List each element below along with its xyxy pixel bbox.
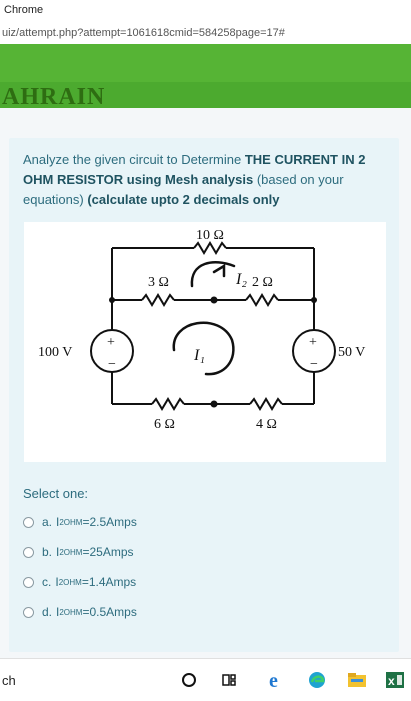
browser-titlebar: Chrome xyxy=(0,0,411,23)
option-c-sub: 2OHM xyxy=(58,577,82,587)
taskbar-search-text[interactable]: ch xyxy=(2,673,16,688)
node-left-mid xyxy=(109,297,115,303)
page-content: Analyze the given circuit to Determine T… xyxy=(0,108,411,658)
source-left-plus: + xyxy=(107,335,115,350)
resistor-2ohm xyxy=(245,293,279,307)
source-right-minus: − xyxy=(310,357,318,372)
edge-icon[interactable] xyxy=(306,669,328,691)
option-b-value: =25Amps xyxy=(82,545,134,559)
question-text: Analyze the given circuit to Determine T… xyxy=(23,150,383,210)
option-a[interactable]: a. I 2OHM =2.5Amps xyxy=(23,512,137,532)
taskbar: ch e x xyxy=(0,658,411,701)
option-a-value: =2.5Amps xyxy=(82,515,137,529)
resistor-3ohm xyxy=(141,293,175,307)
option-d-letter: d. xyxy=(42,605,53,619)
question-card: Analyze the given circuit to Determine T… xyxy=(9,138,399,652)
edge-legacy-icon[interactable]: e xyxy=(266,669,288,691)
option-c[interactable]: c. I 2OHM =1.4Amps xyxy=(23,572,136,592)
mesh-label-i2: I₂ xyxy=(235,271,247,288)
site-banner: AHRAIN xyxy=(0,44,411,108)
option-d-sub: 2OHM xyxy=(59,607,83,617)
label-r-2ohm: 2 Ω xyxy=(252,275,273,290)
resistor-10ohm xyxy=(193,241,227,255)
radio-option-b[interactable] xyxy=(23,546,34,558)
option-d-value: =0.5Amps xyxy=(82,605,137,619)
browser-title: Chrome xyxy=(4,4,44,16)
select-one-label: Select one: xyxy=(23,486,89,501)
banner-band xyxy=(0,44,411,82)
source-left-minus: − xyxy=(108,357,116,372)
label-source-left: 100 V xyxy=(38,345,72,360)
banner-title: AHRAIN xyxy=(2,84,106,108)
radio-option-d[interactable] xyxy=(23,606,34,618)
label-r-4ohm: 4 Ω xyxy=(256,417,277,432)
option-b[interactable]: b. I 2OHM =25Amps xyxy=(23,542,134,562)
resistor-6ohm xyxy=(151,397,185,411)
file-explorer-icon[interactable] xyxy=(346,669,368,691)
option-a-letter: a. xyxy=(42,515,53,529)
option-c-value: =1.4Amps xyxy=(81,575,137,589)
node-center-bottom xyxy=(210,400,218,408)
svg-text:x: x xyxy=(388,674,395,688)
option-b-letter: b. xyxy=(42,545,53,559)
resistor-4ohm xyxy=(249,397,283,411)
node-center-mid xyxy=(210,296,218,304)
address-bar[interactable]: uiz/attempt.php?attempt=1061618cmid=5842… xyxy=(0,22,411,45)
option-a-sub: 2OHM xyxy=(59,517,83,527)
label-r-3ohm: 3 Ω xyxy=(148,275,169,290)
circuit-diagram: 10 Ω 3 Ω 2 Ω 6 Ω 4 Ω 100 V 50 V + − + − … xyxy=(24,222,386,462)
option-c-letter: c. xyxy=(42,575,52,589)
task-view-icon[interactable] xyxy=(220,669,242,691)
label-r-10ohm: 10 Ω xyxy=(196,228,224,243)
cortana-icon[interactable] xyxy=(178,669,200,691)
radio-option-a[interactable] xyxy=(23,516,34,528)
label-r-6ohm: 6 Ω xyxy=(154,417,175,432)
option-b-sub: 2OHM xyxy=(59,547,83,557)
question-text-bold-2: (calculate upto 2 decimals only xyxy=(87,192,280,207)
question-text-part-1: Analyze the given circuit to Determine xyxy=(23,152,245,167)
label-source-right: 50 V xyxy=(338,345,365,360)
svg-text:e: e xyxy=(269,670,278,690)
mesh-loop-2-arrow xyxy=(190,261,236,288)
radio-option-c[interactable] xyxy=(23,576,34,588)
source-right-plus: + xyxy=(309,335,317,350)
url-text[interactable]: uiz/attempt.php?attempt=1061618cmid=5842… xyxy=(2,27,285,39)
option-d[interactable]: d. I 2OHM =0.5Amps xyxy=(23,602,137,622)
excel-icon[interactable]: x xyxy=(384,669,406,691)
node-right-mid xyxy=(311,297,317,303)
mesh-label-i1: I₁ xyxy=(193,347,205,364)
